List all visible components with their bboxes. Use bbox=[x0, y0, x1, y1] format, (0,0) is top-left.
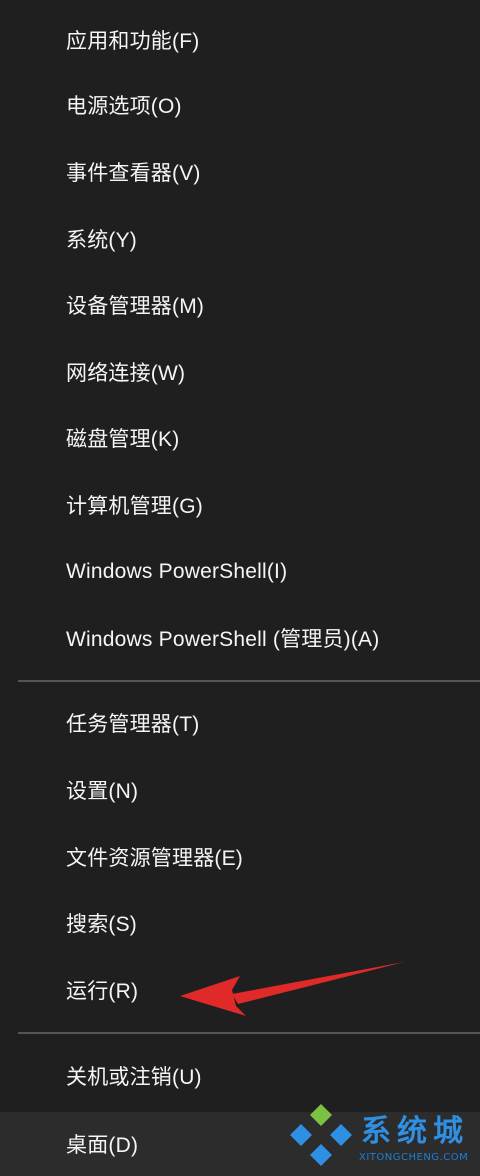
watermark: 系统城 XITONGCHENG.COM bbox=[288, 1100, 480, 1176]
watermark-subtext: XITONGCHENG.COM bbox=[359, 1152, 469, 1163]
menu-item-disk-management[interactable]: 磁盘管理(K) bbox=[0, 409, 480, 467]
menu-item-computer-management[interactable]: 计算机管理(G) bbox=[0, 476, 480, 534]
menu-item-system[interactable]: 系统(Y) bbox=[0, 210, 480, 268]
menu-item-task-manager[interactable]: 任务管理器(T) bbox=[0, 694, 480, 752]
menu-item-event-viewer[interactable]: 事件查看器(V) bbox=[0, 143, 480, 201]
menu-item-settings[interactable]: 设置(N) bbox=[0, 761, 480, 819]
menu-separator bbox=[18, 680, 480, 682]
menu-item-device-manager[interactable]: 设备管理器(M) bbox=[0, 276, 480, 334]
menu-item-run[interactable]: 运行(R) bbox=[0, 961, 480, 1019]
menu-item-file-explorer[interactable]: 文件资源管理器(E) bbox=[0, 828, 480, 886]
menu-item-network-connections[interactable]: 网络连接(W) bbox=[0, 343, 480, 401]
menu-separator bbox=[18, 1032, 480, 1034]
diamond-logo-icon bbox=[290, 1104, 352, 1166]
menu-item-power-options[interactable]: 电源选项(O) bbox=[0, 76, 480, 134]
menu-item-windows-powershell[interactable]: Windows PowerShell(I) bbox=[0, 543, 480, 601]
menu-item-windows-powershell-admin[interactable]: Windows PowerShell (管理员)(A) bbox=[0, 609, 480, 667]
context-menu: 应用和功能(F) 电源选项(O) 事件查看器(V) 系统(Y) 设备管理器(M)… bbox=[0, 0, 480, 1176]
menu-item-apps-and-features[interactable]: 应用和功能(F) bbox=[0, 11, 480, 69]
watermark-text: 系统城 bbox=[361, 1114, 469, 1149]
menu-item-shutdown-or-signout[interactable]: 关机或注销(U) bbox=[0, 1047, 480, 1105]
menu-item-search[interactable]: 搜索(S) bbox=[0, 894, 480, 952]
